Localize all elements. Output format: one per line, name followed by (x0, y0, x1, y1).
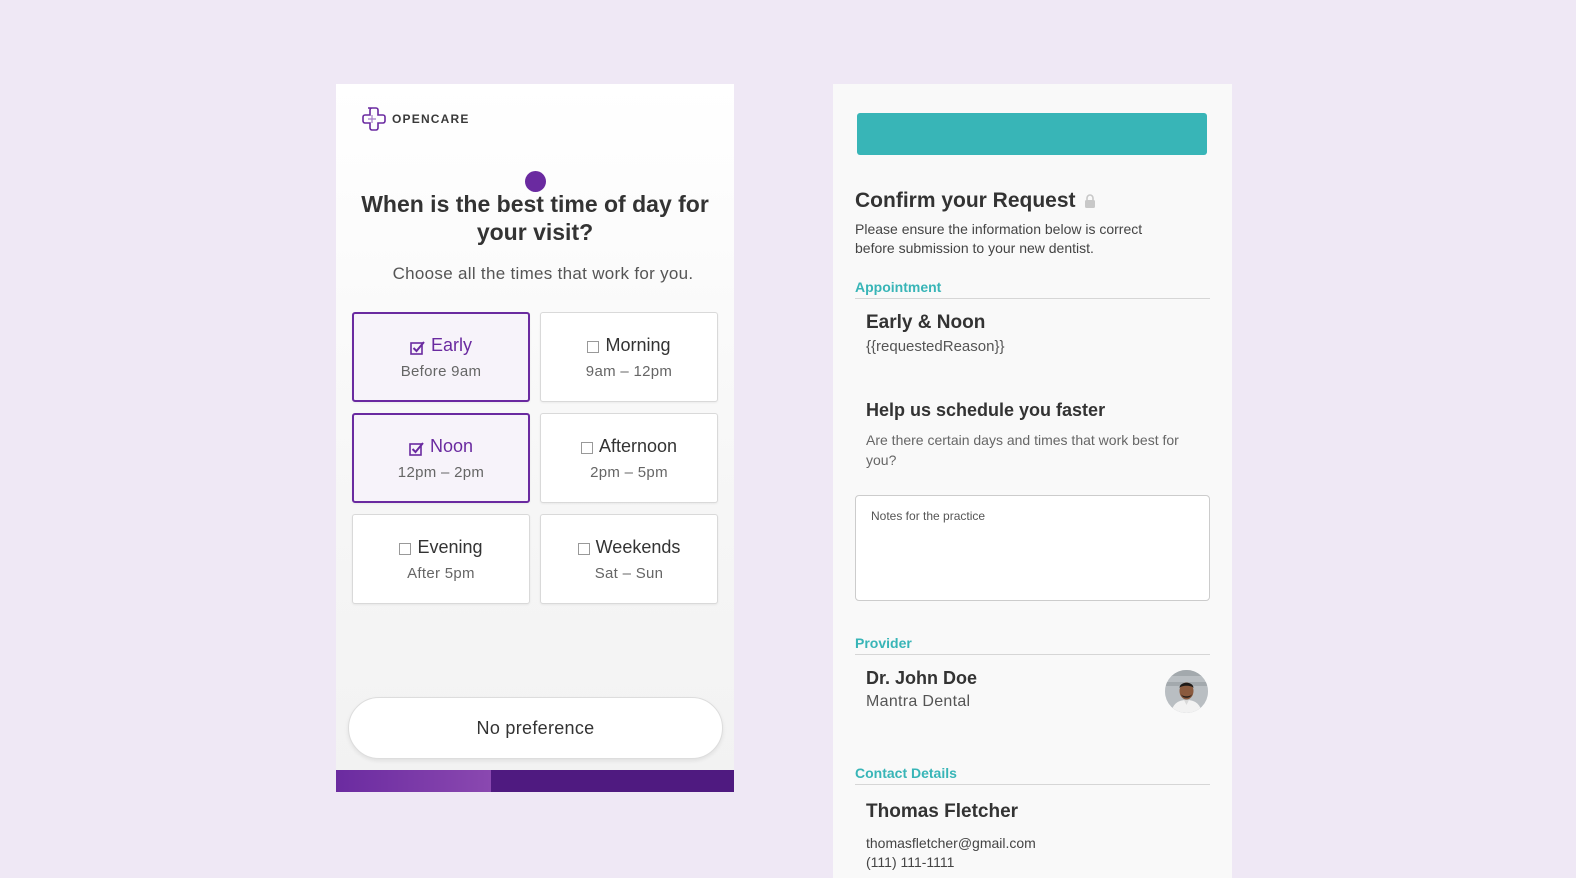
appointment-section-label: Appointment (855, 279, 1210, 299)
option-label: Noon (429, 435, 474, 456)
option-label: Morning (605, 334, 671, 355)
help-description: Are there certain days and times that wo… (866, 432, 1179, 468)
question-subtitle: Choose all the times that work for you. (392, 264, 694, 283)
contact-email: thomasfletcher@gmail.com (866, 835, 1036, 851)
option-label: Afternoon (598, 435, 678, 456)
checkbox-unchecked-icon[interactable] (587, 341, 600, 353)
option-header: Evening (399, 536, 483, 558)
lock-icon (1084, 194, 1095, 208)
no-preference-button[interactable]: No preference (348, 697, 723, 759)
option-early[interactable]: Early Before 9am (352, 312, 530, 402)
avatar-image (1165, 670, 1208, 713)
option-time-range: Before 9am (400, 362, 482, 380)
checkbox-checked-icon[interactable] (409, 441, 424, 456)
time-options-grid: Early Before 9am Morning 9am – 12pm Noon 12pm… (352, 312, 718, 604)
option-header: Afternoon (580, 435, 678, 457)
option-morning[interactable]: Morning 9am – 12pm (540, 312, 718, 402)
option-header: Early (410, 335, 472, 356)
provider-name: Dr. John Doe (866, 668, 978, 688)
option-time-range: Sat – Sun (594, 564, 664, 582)
option-evening[interactable]: Evening After 5pm (352, 514, 530, 604)
option-header: Morning (587, 334, 671, 356)
progress-bar (336, 770, 734, 792)
time-of-day-screen: OPENCARE When is the best time of day fo… (336, 84, 734, 792)
notes-field[interactable] (855, 495, 1210, 601)
option-header: Noon (409, 436, 473, 457)
confirm-title-text: Confirm your Request (855, 189, 1076, 212)
option-header: Weekends (577, 536, 681, 558)
progress-bar-fill (336, 770, 492, 792)
checkbox-checked-icon[interactable] (410, 340, 425, 355)
confirm-description: Please ensure the information below is c… (855, 221, 1143, 256)
confirm-request-screen: Confirm your Request Please ensure the i… (833, 84, 1232, 878)
brand-name: OPENCARE (392, 112, 470, 126)
question-title: When is the best time of day for your vi… (361, 191, 709, 245)
provider-avatar (1165, 670, 1208, 713)
contact-section-label: Contact Details (855, 765, 1210, 785)
contact-phone: (111) 111-1111 (866, 854, 955, 870)
appointment-title: Early & Noon (866, 312, 986, 333)
appointment-reason: {{requestedReason}} (866, 338, 1005, 355)
contact-name: Thomas Fletcher (866, 801, 1019, 822)
checkbox-unchecked-icon[interactable] (399, 543, 412, 555)
option-weekends[interactable]: Weekends Sat – Sun (540, 514, 718, 604)
provider-practice: Mantra Dental (866, 693, 971, 710)
option-noon[interactable]: Noon 12pm – 2pm (352, 413, 530, 503)
opencare-cross-icon (362, 107, 386, 131)
provider-section-label: Provider (855, 635, 1210, 655)
header-bar (857, 113, 1207, 155)
checkbox-unchecked-icon[interactable] (577, 543, 590, 555)
option-time-range: After 5pm (407, 564, 475, 582)
option-time-range: 12pm – 2pm (397, 463, 485, 481)
checkbox-unchecked-icon[interactable] (580, 442, 593, 454)
option-time-range: 9am – 12pm (585, 362, 673, 380)
help-title: Help us schedule you faster (866, 400, 1106, 420)
progress-dot (525, 171, 546, 192)
option-time-range: 2pm – 5pm (590, 463, 668, 481)
brand-logo: OPENCARE (358, 105, 470, 133)
option-label: Evening (417, 536, 483, 557)
option-label: Weekends (595, 536, 681, 557)
confirm-title: Confirm your Request (855, 189, 1096, 213)
option-afternoon[interactable]: Afternoon 2pm – 5pm (540, 413, 718, 503)
option-label: Early (430, 334, 472, 355)
